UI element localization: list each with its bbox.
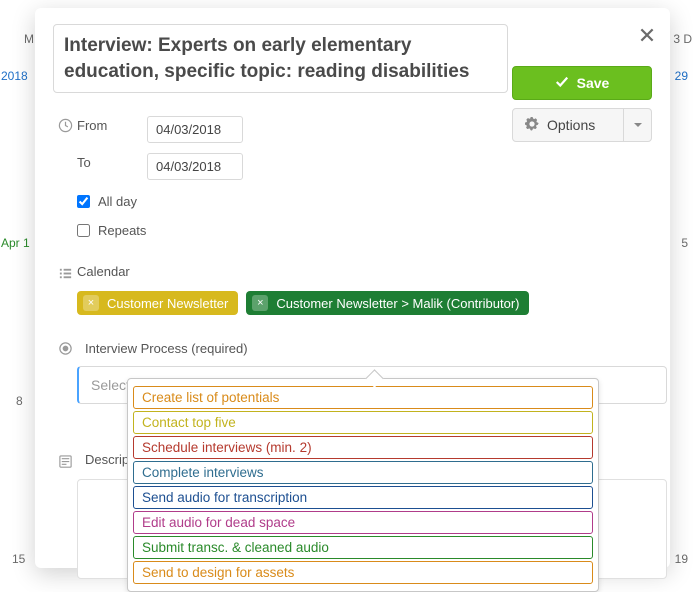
calendar-tag[interactable]: × Customer Newsletter xyxy=(77,291,238,315)
list-icon xyxy=(53,264,77,281)
dropdown-item[interactable]: Contact top five xyxy=(133,411,593,434)
event-title-input[interactable] xyxy=(53,24,508,93)
save-button[interactable]: Save xyxy=(512,66,652,100)
check-icon xyxy=(555,75,569,92)
description-icon xyxy=(53,452,77,469)
remove-tag-icon[interactable]: × xyxy=(83,295,99,311)
save-button-label: Save xyxy=(577,75,610,91)
close-icon[interactable] xyxy=(638,26,656,47)
dropdown-item[interactable]: Send audio for transcription xyxy=(133,486,593,509)
all-day-label: All day xyxy=(98,194,137,209)
repeats-label: Repeats xyxy=(98,223,146,238)
from-label: From xyxy=(77,116,147,133)
dropdown-item[interactable]: Complete interviews xyxy=(133,461,593,484)
calendar-tag-label: Customer Newsletter xyxy=(107,296,228,311)
all-day-checkbox[interactable] xyxy=(77,195,90,208)
gear-icon xyxy=(525,117,539,134)
dropdown-item[interactable]: Edit audio for dead space xyxy=(133,511,593,534)
dropdown-item[interactable]: Schedule interviews (min. 2) xyxy=(133,436,593,459)
calendar-tag[interactable]: × Customer Newsletter > Malik (Contributo… xyxy=(246,291,529,315)
clock-icon xyxy=(53,116,77,133)
dropdown-item[interactable]: Submit transc. & cleaned audio xyxy=(133,536,593,559)
options-button[interactable]: Options xyxy=(512,108,652,142)
calendar-label: Calendar xyxy=(77,264,130,279)
options-button-label: Options xyxy=(547,117,595,133)
to-label: To xyxy=(77,153,147,170)
remove-tag-icon[interactable]: × xyxy=(252,295,268,311)
radio-icon xyxy=(53,341,77,356)
interview-process-dropdown[interactable]: Create list of potentialsContact top fiv… xyxy=(127,378,599,592)
from-date-input[interactable] xyxy=(147,116,243,143)
dropdown-item[interactable]: Create list of potentials xyxy=(133,386,593,409)
calendar-tag-label: Customer Newsletter > Malik (Contributor… xyxy=(276,296,519,311)
to-date-input[interactable] xyxy=(147,153,243,180)
interview-process-label: Interview Process (required) xyxy=(85,341,248,356)
caret-down-icon xyxy=(623,109,651,141)
repeats-checkbox[interactable] xyxy=(77,224,90,237)
